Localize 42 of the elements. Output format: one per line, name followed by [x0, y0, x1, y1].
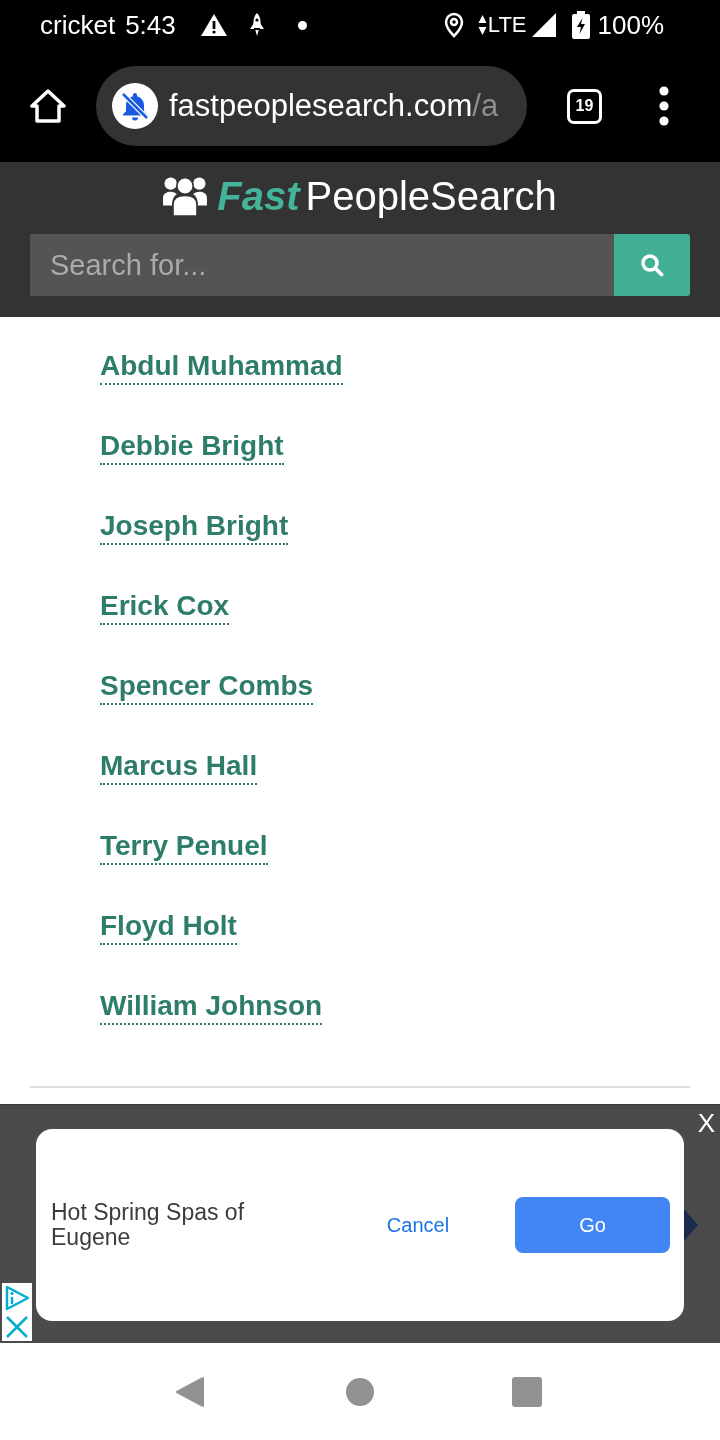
clock-time: 5:43	[125, 10, 176, 40]
person-name-link[interactable]: Terry Penuel	[100, 829, 268, 865]
people-group-icon	[163, 175, 208, 217]
person-name-link[interactable]: Marcus Hall	[100, 749, 258, 785]
search-icon	[640, 253, 664, 277]
home-button-icon[interactable]	[346, 1377, 374, 1406]
go-button[interactable]: Go	[515, 1197, 670, 1253]
person-name-link[interactable]: Spencer Combs	[100, 669, 314, 705]
ad-info-icon[interactable]	[2, 1283, 32, 1313]
battery-charging-icon	[571, 11, 590, 39]
url-text[interactable]: fastpeoplesearch.com/a	[169, 86, 499, 126]
search-field[interactable]: Search for...	[30, 234, 614, 296]
back-icon[interactable]	[175, 1375, 205, 1408]
dot-icon	[297, 20, 307, 30]
network-type: LTE	[487, 11, 527, 39]
bell-off-icon[interactable]	[112, 83, 158, 129]
battery-level: 100%	[597, 10, 664, 40]
cancel-button[interactable]: Cancel	[371, 1207, 465, 1243]
ad-close-icon[interactable]	[2, 1313, 32, 1341]
home-icon[interactable]	[30, 89, 66, 123]
carrier-name: cricket	[40, 10, 116, 40]
person-name-link[interactable]: William Johnson	[100, 989, 323, 1025]
menu-icon[interactable]	[659, 86, 669, 126]
person-name-link[interactable]: Floyd Holt	[100, 909, 237, 945]
person-name-link[interactable]: Abdul Muhammad	[100, 349, 343, 385]
recents-icon[interactable]	[512, 1376, 542, 1407]
logo-accent-text[interactable]: Fast	[217, 174, 300, 218]
ad-title: Hot Spring Spas of Eugene	[51, 1200, 246, 1250]
signal-icon	[531, 13, 556, 37]
tab-switcher-button[interactable]: 19	[567, 88, 602, 124]
location-pin-icon	[443, 12, 464, 38]
search-button[interactable]	[614, 234, 690, 296]
warning-icon	[199, 13, 228, 37]
logo-text[interactable]: PeopleSearch	[305, 174, 557, 218]
rocket-icon	[248, 13, 265, 37]
person-name-link[interactable]: Erick Cox	[100, 589, 230, 625]
data-arrows-icon	[477, 13, 487, 37]
person-name-link[interactable]: Debbie Bright	[100, 429, 284, 465]
ad-close-button[interactable]: X	[697, 1109, 715, 1137]
address-bar[interactable]: fastpeoplesearch.com/a	[96, 66, 527, 146]
person-name-link[interactable]: Joseph Bright	[100, 509, 289, 545]
next-arrow-icon[interactable]	[684, 1209, 698, 1241]
